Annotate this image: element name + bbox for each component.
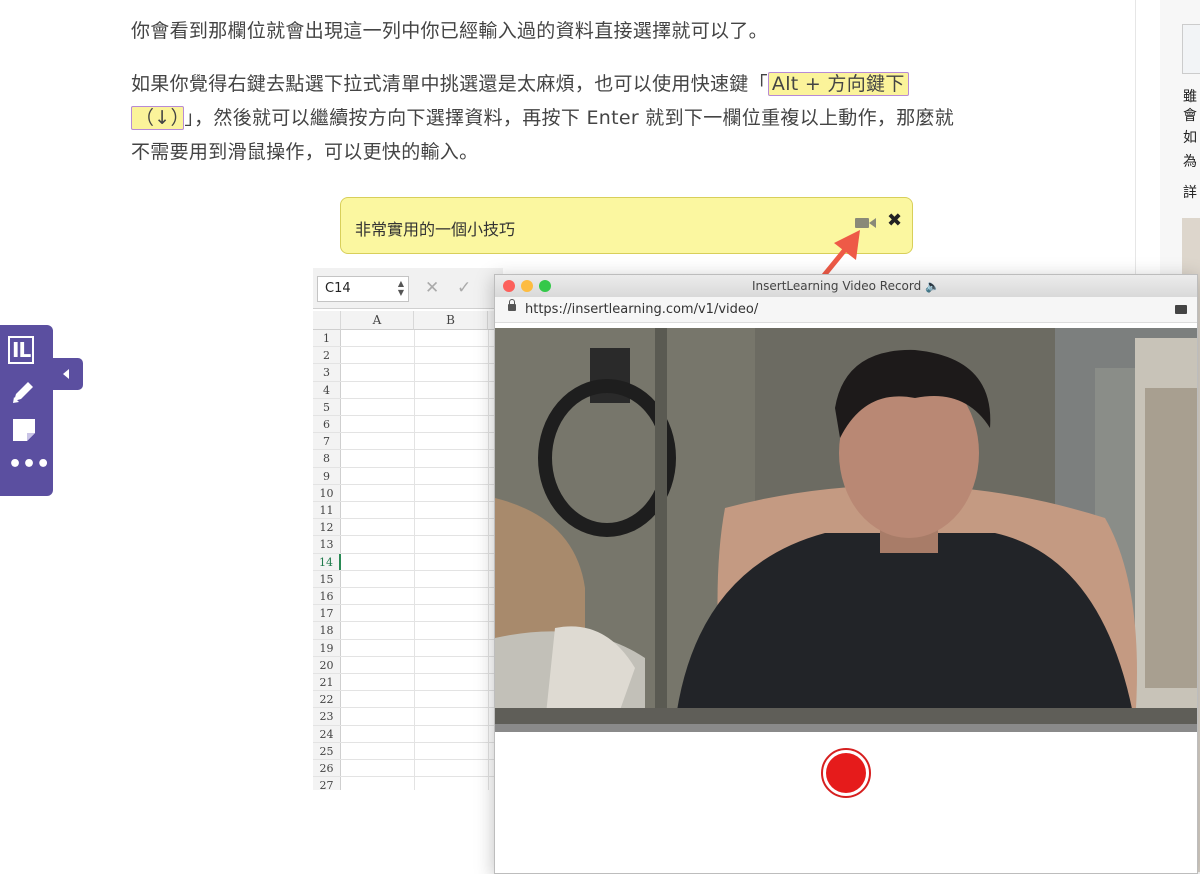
row-number[interactable]: 21 (313, 674, 341, 691)
table-row[interactable]: 12 (313, 519, 503, 537)
confirm-icon[interactable]: ✓ (457, 278, 471, 298)
row-number[interactable]: 24 (313, 725, 341, 742)
window-titlebar[interactable]: InsertLearning Video Record 🔈 (495, 275, 1197, 298)
lock-icon (508, 299, 516, 311)
formula-bar: C14 ▲ ▼ ✕ ✓ (313, 268, 503, 309)
il-logo-icon[interactable]: IL (8, 336, 40, 366)
name-box[interactable]: C14 ▲ ▼ (317, 276, 409, 302)
insertlearning-toolbar: IL ••• (0, 325, 53, 496)
record-controls (495, 732, 1197, 873)
address-bar: https://insertlearning.com/v1/video/ (495, 297, 1197, 323)
video-record-window: InsertLearning Video Record 🔈 https://in… (494, 274, 1198, 874)
video-divider (495, 724, 1197, 732)
highlight-arrow[interactable]: （↓） (131, 106, 185, 130)
para2-text-before: 如果你覺得右鍵去點選下拉式清單中挑選還是太麻煩，也可以使用快速鍵「 (131, 73, 768, 95)
table-row[interactable]: 21 (313, 674, 503, 692)
article-paragraph-1: 你會看到那欄位就會出現這一列中你已經輸入過的資料直接選擇就可以了。 (131, 20, 768, 42)
table-row[interactable]: 7 (313, 433, 503, 451)
webcam-video-feed (495, 328, 1197, 724)
row-number[interactable]: 2 (313, 347, 341, 364)
table-row[interactable]: 22 (313, 691, 503, 709)
row-number[interactable]: 12 (313, 519, 341, 536)
stepper-icon[interactable]: ▲ ▼ (398, 279, 404, 297)
column-header-a[interactable]: A (341, 311, 414, 330)
right-text-line: 為 (1183, 154, 1197, 170)
row-number[interactable]: 14 (313, 553, 341, 570)
right-text-line: 詳 (1183, 185, 1197, 201)
row-number[interactable]: 10 (313, 484, 341, 501)
row-number[interactable]: 1 (313, 330, 341, 347)
right-text-line: 會 (1183, 108, 1197, 124)
row-number[interactable]: 5 (313, 398, 341, 415)
table-row[interactable]: 17 (313, 605, 503, 623)
row-number[interactable]: 15 (313, 570, 341, 587)
record-button[interactable] (821, 748, 871, 798)
table-row[interactable]: 10 (313, 484, 503, 502)
row-number[interactable]: 4 (313, 381, 341, 398)
chevron-left-icon (63, 369, 69, 379)
right-text-line: 如 (1183, 130, 1197, 146)
url-text: https://insertlearning.com/v1/video/ (525, 302, 759, 317)
right-text-line: 雖 (1183, 89, 1197, 105)
close-icon[interactable]: ✖ (887, 210, 902, 231)
thumbnail-image[interactable] (1182, 24, 1200, 74)
table-row[interactable]: 8 (313, 450, 503, 468)
row-number[interactable]: 27 (313, 777, 341, 790)
camera-icon[interactable] (1175, 305, 1187, 314)
table-row[interactable]: 23 (313, 708, 503, 726)
note-text: 非常實用的一個小技巧 (355, 220, 516, 239)
table-row[interactable]: 25 (313, 742, 503, 760)
row-number[interactable]: 3 (313, 364, 341, 381)
table-row[interactable]: 6 (313, 416, 503, 434)
row-number[interactable]: 19 (313, 639, 341, 656)
row-number[interactable]: 6 (313, 416, 341, 433)
cancel-icon[interactable]: ✕ (425, 278, 439, 298)
table-row[interactable]: 1 (313, 330, 503, 348)
column-header-b[interactable]: B (414, 311, 488, 330)
table-row[interactable]: 26 (313, 760, 503, 778)
table-row[interactable]: 20 (313, 656, 503, 674)
spreadsheet: C14 ▲ ▼ ✕ ✓ A B 1 2 3 4 5 6 7 8 9 10 11 12 13 14 15 16 17… (313, 268, 503, 790)
table-row[interactable]: 3 (313, 364, 503, 382)
row-number[interactable]: 18 (313, 622, 341, 639)
sticky-note-icon[interactable] (8, 415, 40, 445)
row-number[interactable]: 17 (313, 605, 341, 622)
table-row[interactable]: 14 (313, 553, 503, 571)
table-row[interactable]: 19 (313, 639, 503, 657)
row-number[interactable]: 20 (313, 656, 341, 673)
row-number[interactable]: 26 (313, 760, 341, 777)
row-number[interactable]: 9 (313, 467, 341, 484)
pencil-icon[interactable] (8, 377, 40, 407)
table-row[interactable]: 18 (313, 622, 503, 640)
para2-text-after: 」，然後就可以繼續按方向下選擇資料，再按下 Enter 就到下一欄位重複以上動作… (184, 107, 955, 129)
row-number[interactable]: 11 (313, 502, 341, 519)
table-row[interactable]: 11 (313, 502, 503, 520)
table-row[interactable]: 4 (313, 381, 503, 399)
table-row[interactable]: 5 (313, 398, 503, 416)
row-number[interactable]: 8 (313, 450, 341, 467)
row-number[interactable]: 16 (313, 588, 341, 605)
select-all-corner[interactable] (313, 311, 341, 330)
row-number[interactable]: 13 (313, 536, 341, 553)
para2-text-end: 不需要用到滑鼠操作，可以更快的輸入。 (131, 141, 479, 163)
row-number[interactable]: 7 (313, 433, 341, 450)
window-title: InsertLearning Video Record 🔈 (752, 279, 940, 293)
row-number[interactable]: 23 (313, 708, 341, 725)
table-row[interactable]: 2 (313, 347, 503, 365)
table-row[interactable]: 15 (313, 570, 503, 588)
more-icon[interactable]: ••• (8, 454, 50, 485)
table-row[interactable]: 27 (313, 777, 503, 790)
table-row[interactable]: 9 (313, 467, 503, 485)
table-row[interactable]: 13 (313, 536, 503, 554)
article-paragraph-2: 如果你覺得右鍵去點選下拉式清單中挑選還是太麻煩，也可以使用快速鍵「 Alt + 方… (131, 67, 1121, 169)
collapse-toolbar-tab[interactable] (53, 358, 83, 390)
row-number[interactable]: 25 (313, 742, 341, 759)
highlight-shortcut[interactable]: Alt + 方向鍵下 (767, 72, 909, 96)
table-row[interactable]: 16 (313, 588, 503, 606)
table-row[interactable]: 24 (313, 725, 503, 743)
record-icon (826, 753, 866, 793)
row-number[interactable]: 22 (313, 691, 341, 708)
